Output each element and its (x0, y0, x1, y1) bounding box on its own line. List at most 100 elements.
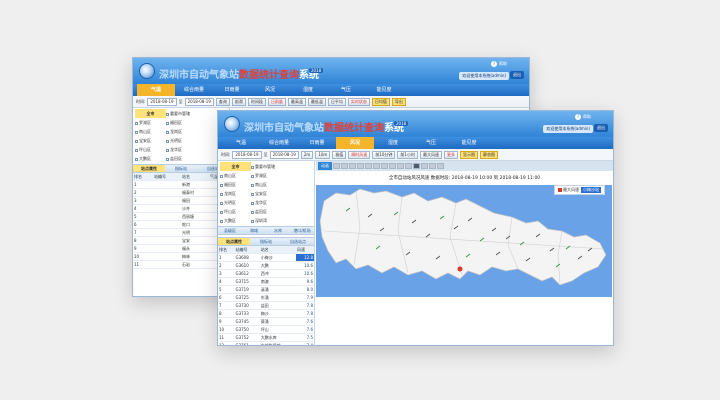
toolbar-button[interactable]: 前滑 (231, 97, 246, 106)
table-row[interactable]: 10 G3750 坪山 7.6 (218, 325, 314, 335)
toolbar-button[interactable]: 最高温 (287, 97, 306, 106)
toolbar-button[interactable]: 2m (300, 150, 314, 159)
table-row[interactable]: 11 G3752 大鹏水库 7.5 (218, 333, 314, 343)
region-option[interactable]: 龙华区 (166, 145, 197, 154)
table-row[interactable]: 1 G3608 小梅沙 12.8 (218, 253, 314, 263)
timeline-segment[interactable] (429, 163, 436, 169)
table-header-cell[interactable]: 站编号 (153, 173, 181, 182)
area-tab[interactable]: 水库 (266, 227, 290, 234)
panel-header-tab[interactable]: 指标站 (250, 238, 282, 245)
region-option[interactable]: 坪山区 (220, 207, 251, 216)
table-row[interactable]: 7 G3730 盐田 7.8 (218, 301, 314, 311)
region-option[interactable]: 重要市管辖 (251, 162, 282, 171)
region-option[interactable]: 盐田区 (166, 154, 197, 163)
region-option[interactable]: 重要市管辖 (166, 109, 197, 118)
region-option[interactable]: 光明区 (166, 136, 197, 145)
region-option[interactable]: 大鹏区 (135, 154, 166, 163)
table-row[interactable]: 1新港31. (133, 180, 229, 190)
region-option[interactable]: 深圳湾 (251, 216, 282, 225)
timeline-segment[interactable] (373, 163, 380, 169)
region-option[interactable]: 盐田区 (251, 207, 282, 216)
toolbar-button[interactable]: 日均值 (371, 97, 390, 106)
table-row[interactable]: 2福泰村31. (133, 188, 229, 198)
region-option[interactable]: 全市 (135, 109, 166, 118)
timeline-segment[interactable] (381, 163, 388, 169)
timeline-segment[interactable] (333, 163, 340, 169)
toolbar-button[interactable]: 前1小时 (397, 150, 418, 159)
region-option[interactable]: 福田区 (166, 118, 197, 127)
toolbar-button[interactable]: 瞬时风速 (348, 150, 371, 159)
nav-tab[interactable]: 综合雨量 (175, 84, 213, 96)
table-header-cell[interactable]: 站名 (259, 246, 296, 255)
timeline-segment[interactable] (421, 163, 428, 169)
table-row[interactable]: 9 G3745 葵涌 7.6 (218, 317, 314, 327)
nav-tab[interactable]: 湿度 (289, 84, 327, 96)
table-row[interactable]: 3福田31. (133, 196, 229, 206)
table-row[interactable]: 2 G3610 大鹏 10.6 (218, 261, 314, 271)
table-header-cell[interactable]: 风速 (295, 246, 314, 255)
panel-header-tab[interactable]: 指标站 (165, 165, 197, 172)
area-tab[interactable]: 县级区 (218, 227, 242, 234)
nav-tab[interactable]: 日雨量 (213, 84, 251, 96)
table-row[interactable]: 9福永31. (133, 244, 229, 254)
region-option[interactable]: 宝安区 (251, 189, 282, 198)
animation-button[interactable]: 动画 (318, 162, 332, 170)
exit-button[interactable]: 退出 (594, 124, 608, 132)
table-header-cell[interactable]: 排名 (218, 246, 235, 255)
table-header-cell[interactable]: 排名 (133, 173, 153, 182)
toolbar-button[interactable]: 查询 (215, 97, 230, 106)
toolbar-button[interactable]: 极值 (332, 150, 347, 159)
region-option[interactable]: 南山区 (251, 180, 282, 189)
toolbar-button[interactable]: 静态图 (479, 150, 498, 159)
table-row[interactable]: 12 G3761 东部华侨城 7.4 (218, 341, 314, 345)
toolbar-button[interactable]: 最低温 (307, 97, 326, 106)
table-row[interactable]: 8 G3733 梅沙 7.8 (218, 309, 314, 319)
nav-tab[interactable]: 气压 (412, 137, 450, 149)
start-date-input[interactable]: 2018-08-19 (147, 97, 177, 106)
toolbar-button[interactable]: 10m (315, 150, 331, 159)
nav-tab[interactable]: 气压 (327, 84, 365, 96)
region-option[interactable]: 南山区 (135, 127, 166, 136)
timeline-segment[interactable] (357, 163, 364, 169)
timeline-segment[interactable] (397, 163, 404, 169)
region-option[interactable]: 罗湖区 (135, 118, 166, 127)
nav-tab[interactable]: 气温 (222, 137, 260, 149)
region-option[interactable]: 龙岗区 (220, 189, 251, 198)
start-date-input[interactable]: 2018-08-19 (232, 150, 262, 159)
region-option[interactable]: 罗湖区 (251, 171, 282, 180)
toolbar-button[interactable]: 前10分钟 (372, 150, 396, 159)
legend-station-select[interactable]: 小梅沙站 (581, 187, 601, 193)
region-option[interactable]: 福田区 (220, 180, 251, 189)
nav-tab[interactable]: 湿度 (374, 137, 412, 149)
table-row[interactable]: 3 G3612 西冲 10.6 (218, 269, 314, 279)
toolbar-button[interactable]: 最大风速 (419, 150, 442, 159)
table-row[interactable]: 5西丽塘31. (133, 212, 229, 222)
toolbar-button[interactable]: 更多 (443, 150, 458, 159)
nav-tab[interactable]: 风况 (336, 137, 374, 149)
table-row[interactable]: 6蛇口31. (133, 220, 229, 230)
toolbar-button[interactable]: 导出 (391, 97, 406, 106)
table-row[interactable]: 11石岩31. (133, 260, 229, 270)
region-option[interactable]: 南山区 (220, 171, 251, 180)
toolbar-button[interactable]: 时间段 (247, 97, 266, 106)
table-row[interactable]: 6 G3725 东涌 7.9 (218, 293, 314, 303)
region-option[interactable]: 大鹏区 (220, 216, 251, 225)
table-row[interactable]: 8宝安31. (133, 236, 229, 246)
exit-button[interactable]: 退出 (510, 71, 524, 79)
area-tab[interactable]: 海域 (242, 227, 266, 234)
panel-header-tab[interactable]: 自选站点 (282, 238, 314, 245)
table-header-cell[interactable]: 站编号 (234, 246, 260, 255)
timeline-segment[interactable] (349, 163, 356, 169)
area-tab[interactable]: 港口/机场 (290, 227, 314, 234)
timeline-segment[interactable] (389, 163, 396, 169)
region-option[interactable]: 龙华区 (251, 198, 282, 207)
end-date-input[interactable]: 2018-08-19 (269, 150, 299, 159)
panel-header-tab[interactable]: 站点属性 (133, 165, 165, 172)
table-row[interactable]: 5 G3719 溪涌 8.0 (218, 285, 314, 295)
timeline-segment[interactable] (413, 163, 420, 169)
nav-tab[interactable]: 日雨量 (298, 137, 336, 149)
toolbar-button[interactable]: 实时状态 (347, 97, 370, 106)
nav-tab[interactable]: 综合雨量 (260, 137, 298, 149)
table-row[interactable]: 10梅林31. (133, 252, 229, 262)
nav-tab[interactable]: 风况 (251, 84, 289, 96)
